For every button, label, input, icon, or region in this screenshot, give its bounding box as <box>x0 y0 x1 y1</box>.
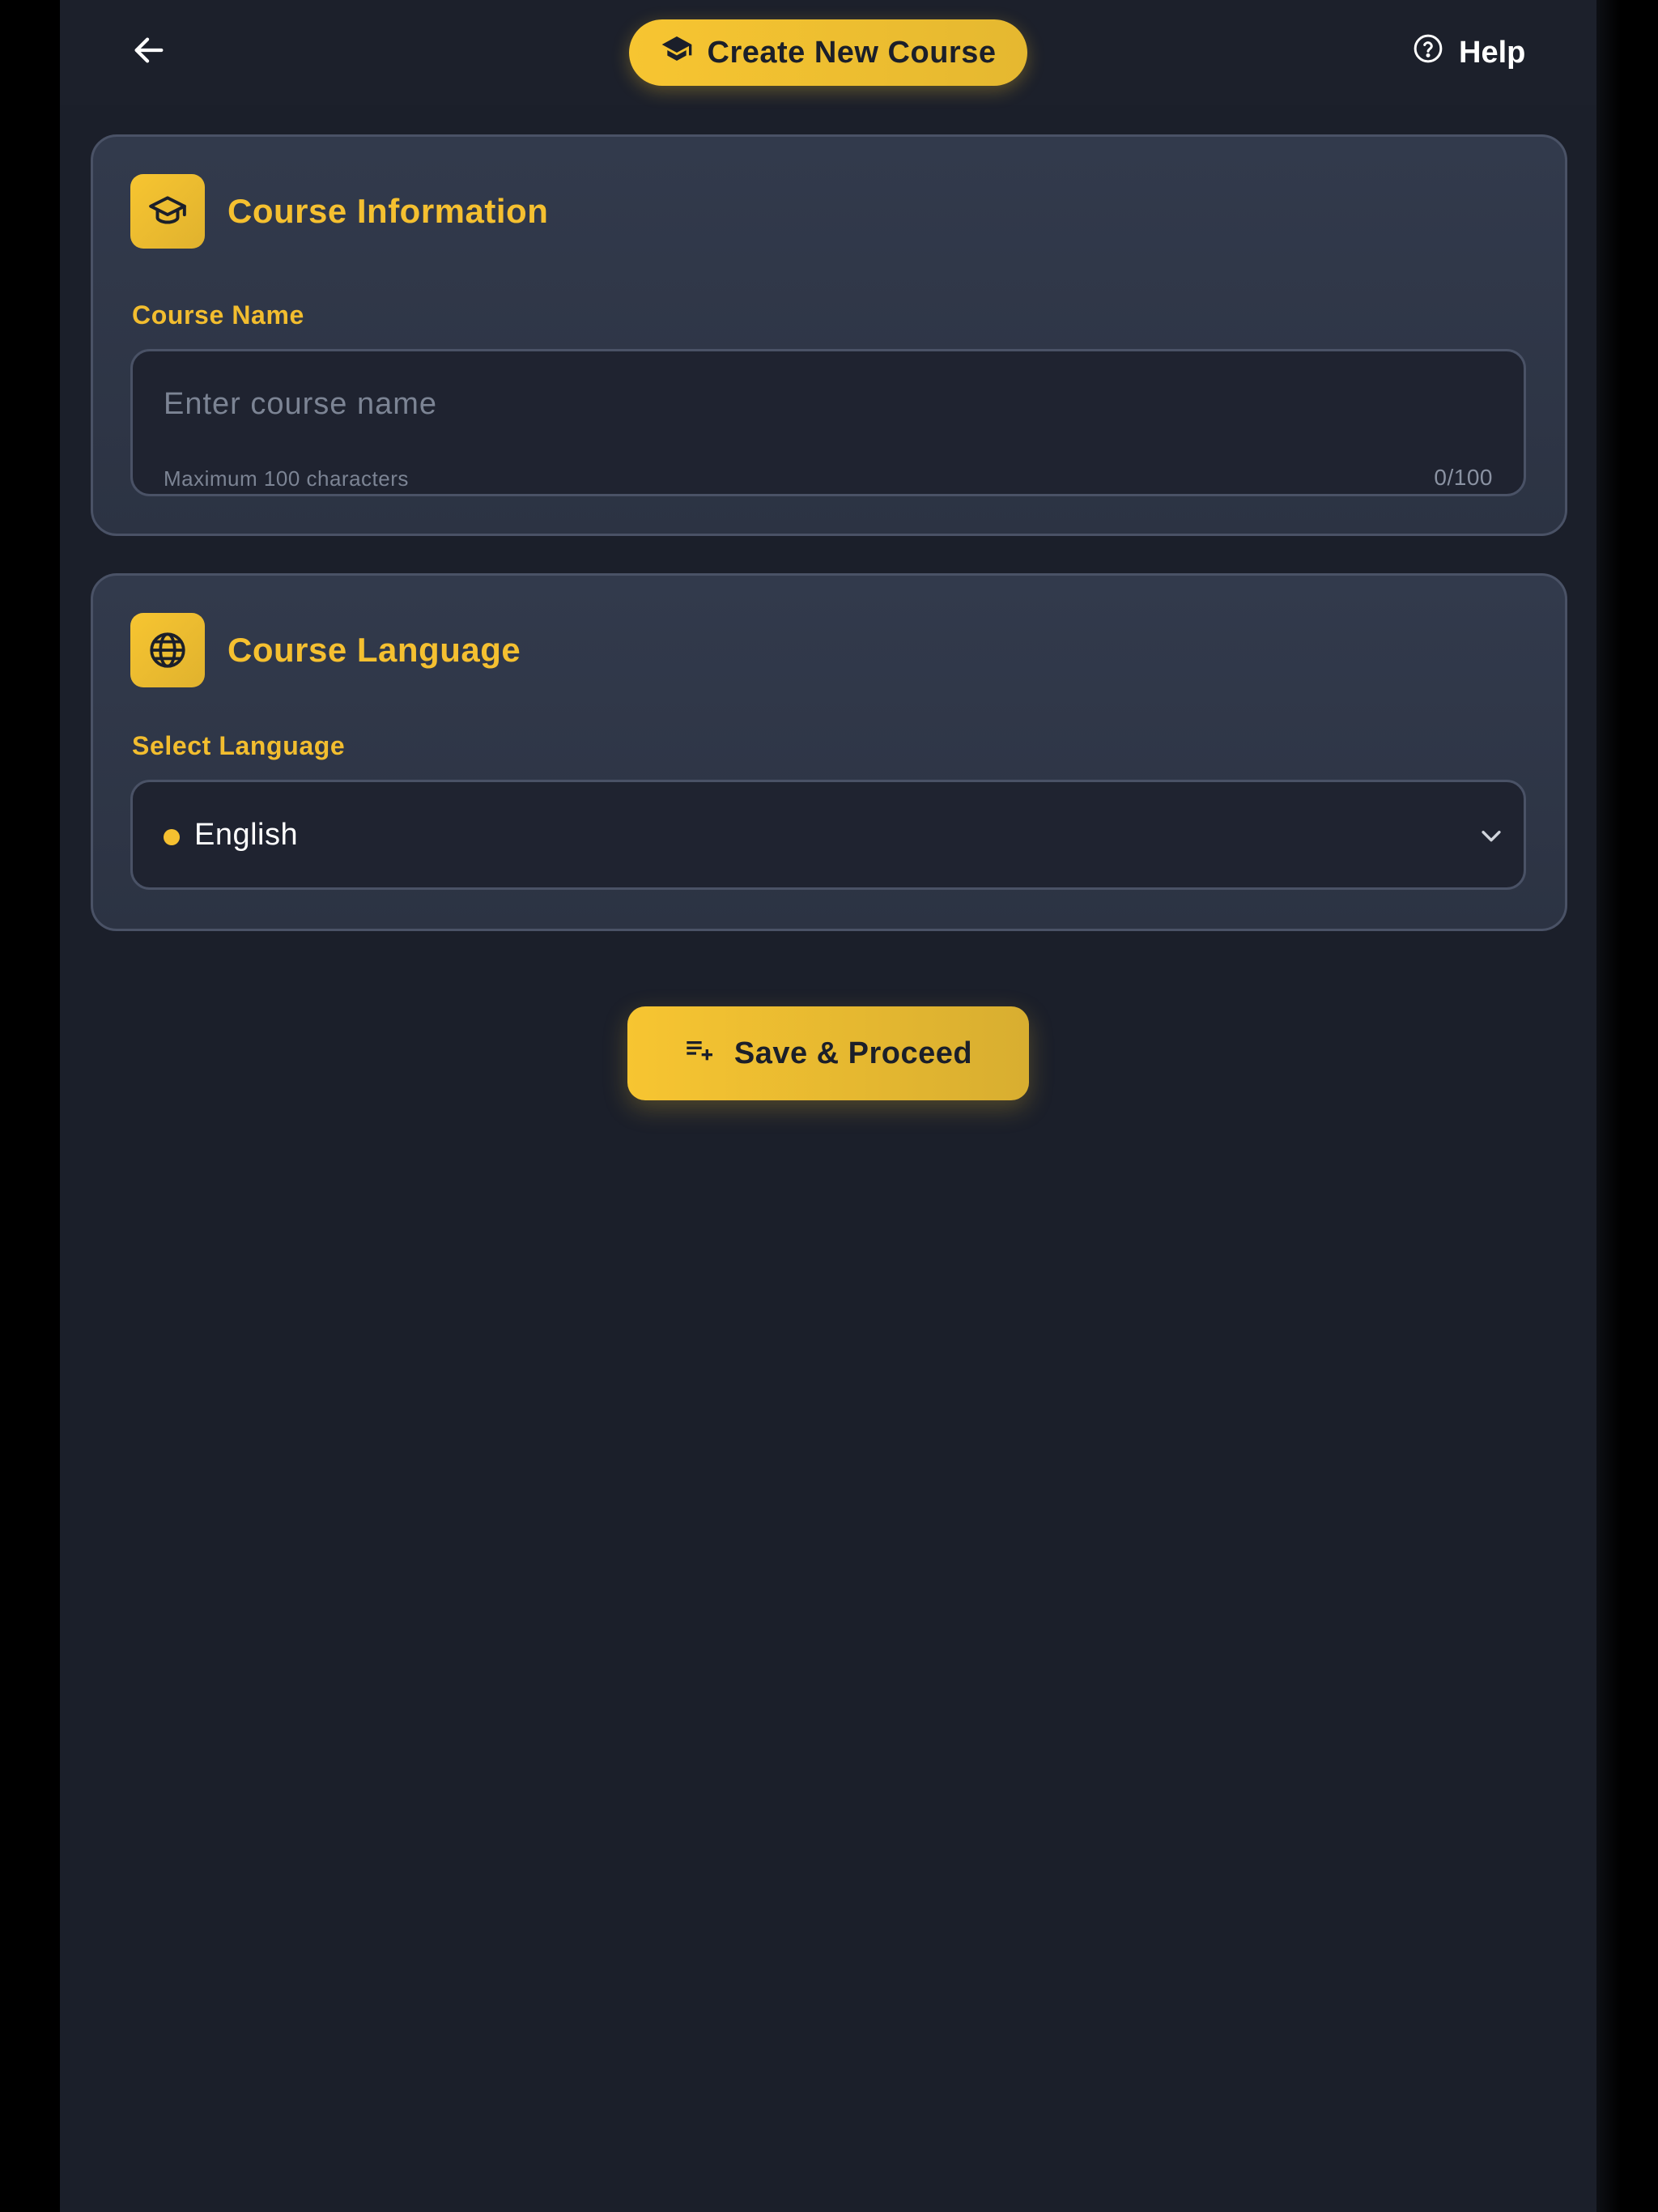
question-circle-icon <box>1412 32 1444 73</box>
language-select-value: English <box>194 818 299 852</box>
course-information-header: Course Information <box>130 174 548 249</box>
save-and-proceed-button[interactable]: Save & Proceed <box>627 1006 1029 1100</box>
page-title: Create New Course <box>707 35 997 70</box>
course-name-input[interactable] <box>164 387 1459 422</box>
character-counter: 0/100 <box>1434 465 1493 490</box>
globe-icon <box>130 613 205 687</box>
help-button[interactable]: Help <box>1412 24 1558 81</box>
course-language-card: Course Language Select Language English <box>91 573 1567 931</box>
window-edge-shadow <box>1596 0 1658 2212</box>
course-information-title: Course Information <box>227 192 549 230</box>
course-name-label: Course Name <box>132 300 304 330</box>
app-window: Create New Course Help Course Informatio… <box>60 0 1596 2212</box>
arrow-left-icon <box>130 32 168 73</box>
select-language-label: Select Language <box>132 731 346 760</box>
course-language-title: Course Language <box>227 631 521 669</box>
top-bar: Create New Course Help <box>60 0 1596 105</box>
course-information-card: Course Information Course Name Maximum 1… <box>91 134 1567 536</box>
course-language-header: Course Language <box>130 613 521 687</box>
selected-indicator-dot <box>164 829 180 845</box>
language-select[interactable]: English <box>130 780 1526 890</box>
playlist-add-icon <box>684 1033 716 1074</box>
save-and-proceed-label: Save & Proceed <box>733 1036 973 1070</box>
chevron-down-icon <box>1475 819 1507 852</box>
graduation-cap-icon <box>130 174 205 249</box>
page-title-pill: Create New Course <box>629 19 1027 86</box>
course-name-hint: Maximum 100 characters <box>164 466 409 491</box>
course-name-field[interactable]: Maximum 100 characters 0/100 <box>130 349 1526 496</box>
graduation-cap-icon <box>661 32 693 73</box>
back-button[interactable] <box>108 26 189 78</box>
help-label: Help <box>1459 35 1526 70</box>
